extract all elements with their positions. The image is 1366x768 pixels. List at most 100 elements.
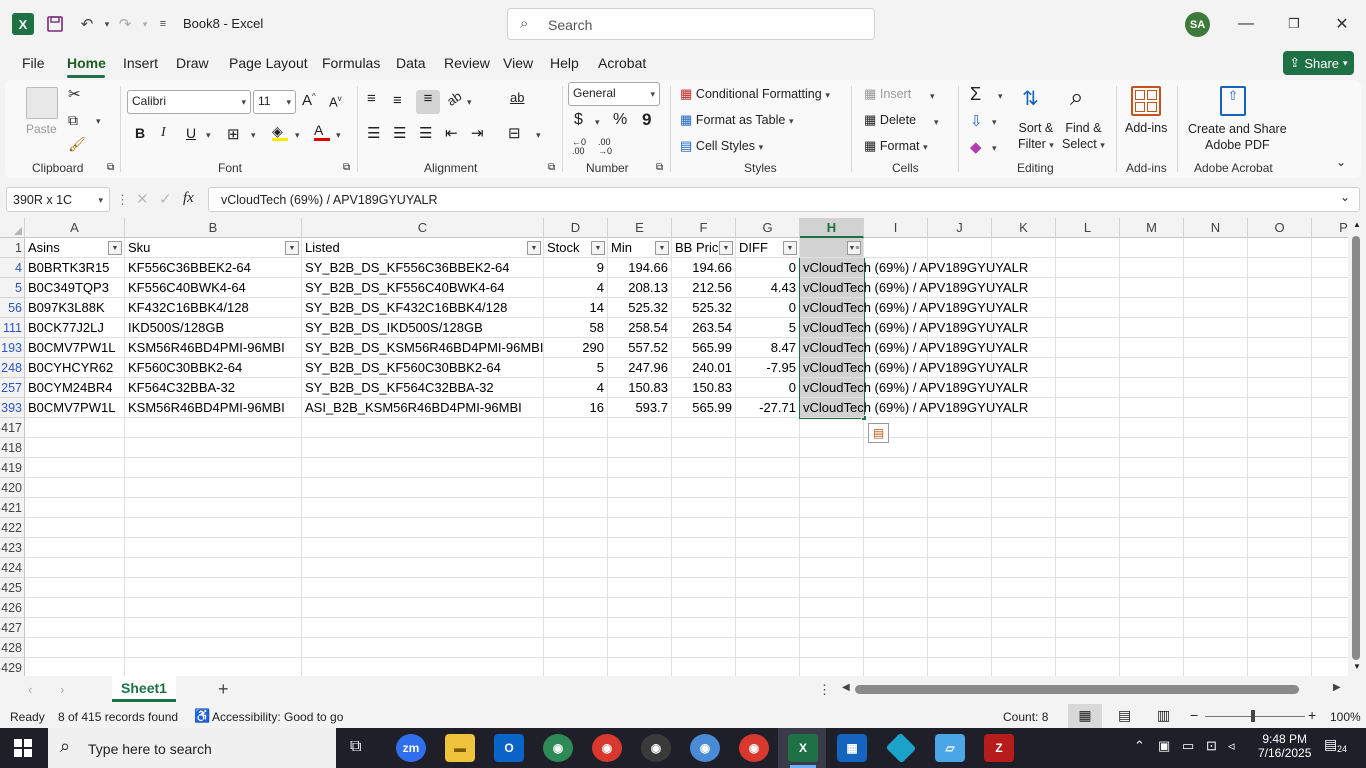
increase-indent-icon[interactable]: ⇥ (471, 124, 484, 142)
cell[interactable] (302, 458, 544, 478)
cell[interactable] (1184, 258, 1248, 278)
cell[interactable] (800, 438, 864, 458)
cell[interactable] (736, 618, 800, 638)
borders-icon[interactable]: ⊞ (227, 125, 240, 143)
ribbon-collapse-icon[interactable]: ⌄ (1336, 155, 1346, 169)
cell[interactable] (1184, 358, 1248, 378)
cell[interactable] (672, 418, 736, 438)
row-header[interactable]: 427 (0, 618, 25, 638)
cell[interactable] (928, 618, 992, 638)
find-select-icon[interactable]: ⌕ (1070, 84, 1083, 112)
cell[interactable] (1056, 238, 1120, 258)
cell[interactable] (1120, 318, 1184, 338)
cell-listed[interactable]: SY_B2B_DS_KSM56R46BD4PMI-96MBI (302, 338, 544, 358)
cell-diff[interactable]: -27.71 (736, 398, 800, 418)
column-header-d[interactable]: D (544, 218, 608, 238)
create-pdf-icon[interactable]: ⇧ (1220, 86, 1246, 116)
cell[interactable] (800, 658, 864, 676)
cell[interactable] (1248, 238, 1312, 258)
cell[interactable] (1056, 658, 1120, 676)
cell[interactable] (1120, 578, 1184, 598)
conditional-formatting-button[interactable]: ▦ Conditional Formatting ▾ (680, 86, 830, 102)
column-header-i[interactable]: I (864, 218, 928, 238)
quick-analysis-icon[interactable]: ▤ (868, 423, 889, 443)
row-header[interactable]: 56 (0, 298, 25, 318)
cell-listed[interactable]: SY_B2B_DS_KF432C16BBK4/128 (302, 298, 544, 318)
header-cell[interactable]: Listed (302, 238, 544, 258)
cell[interactable] (736, 658, 800, 676)
file-explorer-icon[interactable]: ▬ (445, 734, 475, 762)
cell-asin[interactable]: B0CYM24BR4 (25, 378, 125, 398)
row-header[interactable]: 422 (0, 518, 25, 538)
cell[interactable] (800, 478, 864, 498)
orientation-dropdown-icon[interactable]: ▾ (467, 97, 472, 108)
cell-sku[interactable]: KF556C36BBEK2-64 (125, 258, 302, 278)
cell[interactable] (928, 498, 992, 518)
cell[interactable] (1248, 318, 1312, 338)
cell[interactable] (125, 518, 302, 538)
italic-button[interactable]: I (161, 125, 166, 141)
find-select-button[interactable]: Find & Select ▾ (1062, 120, 1105, 153)
cell[interactable] (544, 438, 608, 458)
cell[interactable] (1120, 518, 1184, 538)
cell[interactable] (1056, 498, 1120, 518)
tab-formulas[interactable]: Formulas (322, 55, 380, 71)
insert-dropdown-icon[interactable]: ▾ (930, 91, 935, 102)
cell[interactable] (25, 458, 125, 478)
align-center-icon[interactable]: ☰ (393, 124, 406, 142)
scroll-down-icon[interactable]: ▼ (1353, 662, 1361, 671)
cell[interactable] (864, 618, 928, 638)
cell-bb[interactable]: 565.99 (672, 398, 736, 418)
cell[interactable] (800, 498, 864, 518)
cell[interactable] (864, 638, 928, 658)
column-header-p[interactable]: P (1312, 218, 1348, 238)
select-all-corner[interactable] (0, 218, 25, 238)
cell[interactable] (1056, 518, 1120, 538)
cell[interactable] (1184, 578, 1248, 598)
tray-chevron-icon[interactable]: ⌃ (1134, 738, 1145, 754)
cell-stock[interactable]: 290 (544, 338, 608, 358)
cell[interactable] (672, 478, 736, 498)
cell[interactable] (1056, 278, 1120, 298)
cell[interactable] (25, 438, 125, 458)
cell[interactable] (25, 498, 125, 518)
cell[interactable] (608, 438, 672, 458)
cell[interactable] (1248, 458, 1312, 478)
vertical-scrollbar[interactable]: ▲ ▼ (1348, 218, 1366, 676)
cell[interactable] (544, 418, 608, 438)
cell-bb[interactable]: 525.32 (672, 298, 736, 318)
cell[interactable] (992, 538, 1056, 558)
row-header[interactable]: 423 (0, 538, 25, 558)
column-header-k[interactable]: K (992, 218, 1056, 238)
cell[interactable] (1056, 258, 1120, 278)
cell[interactable] (608, 418, 672, 438)
restore-icon[interactable]: ❐ (1282, 12, 1306, 36)
cell-min[interactable]: 194.66 (608, 258, 672, 278)
cancel-entry-icon[interactable]: ✕ (136, 190, 149, 208)
cell-sku[interactable]: IKD500S/128GB (125, 318, 302, 338)
sheet-tab-sheet1[interactable]: Sheet1 (112, 676, 176, 702)
volume-icon[interactable]: ◃ (1228, 738, 1235, 754)
filter-dropdown-icon[interactable]: ▼ (591, 241, 605, 255)
cell[interactable] (1312, 438, 1348, 458)
network-icon[interactable]: ⊡ (1206, 738, 1217, 754)
increase-decimal-icon[interactable]: ←0.00 (572, 138, 586, 156)
cell[interactable] (544, 498, 608, 518)
cell[interactable] (25, 518, 125, 538)
cell[interactable] (1056, 438, 1120, 458)
cell[interactable] (1248, 338, 1312, 358)
taskbar-search[interactable]: ⌕ Type here to search (48, 728, 336, 768)
font-color-icon[interactable]: A (314, 122, 330, 141)
sort-filter-button[interactable]: Sort & Filter ▾ (1018, 120, 1054, 153)
cell[interactable] (1248, 418, 1312, 438)
cell-stock[interactable]: 16 (544, 398, 608, 418)
cell[interactable] (608, 498, 672, 518)
cell[interactable] (1120, 338, 1184, 358)
paste-button[interactable]: Paste (26, 122, 57, 136)
cell[interactable] (1056, 538, 1120, 558)
cell[interactable] (736, 418, 800, 438)
search-box[interactable]: ⌕ Search (507, 8, 875, 40)
cell[interactable] (125, 418, 302, 438)
cell-asin[interactable]: B0CYHCYR62 (25, 358, 125, 378)
cell[interactable] (125, 458, 302, 478)
